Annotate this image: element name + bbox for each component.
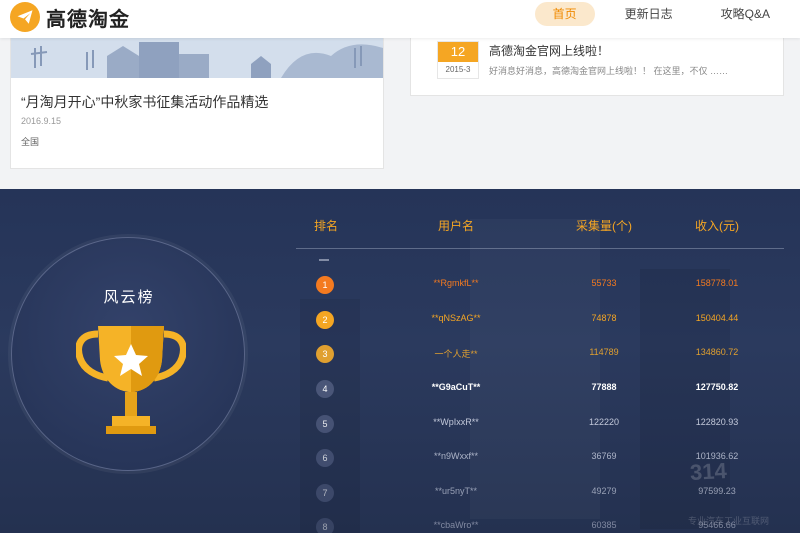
leaderboard-header: 排名 用户名 采集量(个) 收入(元) [296,211,784,249]
activity-region: 全国 [21,137,40,147]
news-day: 12 [438,42,478,62]
news-title[interactable]: 高德淘金官网上线啦！ [489,42,609,59]
header-rank: 排名 [313,219,339,233]
rank-income: 158778.01 [695,278,739,288]
rank-badge: 4 [316,380,334,398]
rank-badge: 7 [316,484,334,502]
news-excerpt: 好消息好消息，高德淘金官网上线啦！！ 在这里，不仅 …… [489,66,729,76]
activity-card[interactable]: “月淘月开心”中秋家书征集活动作品精选 2016.9.15 全国 [10,38,384,169]
rank-count: 55733 [591,278,617,288]
activity-date: 2016.9.15 [21,116,62,126]
leaderboard-row: 2 **qNSzAG** 74878 150404.44 [296,303,784,337]
rank-username: **n9Wxxf** [433,451,479,461]
header-user: 用户名 [437,219,475,233]
rank-badge: 8 [316,518,334,533]
rank-badge: 1 [316,276,334,294]
news-date-box: 12 2015-3 [437,41,479,79]
rank-count: 60385 [591,520,617,530]
leaderboard-row: 4 **G9aCuT** 77888 127750.82 [296,372,784,406]
rank-income: 134860.72 [695,347,739,357]
main-nav: 首页 更新日志 攻略Q&A [534,2,800,26]
rank-count: 77888 [591,382,617,392]
rank-username: **G9aCuT** [431,382,481,392]
rank-income: 127750.82 [695,382,739,392]
rank-count: 114789 [589,347,619,357]
nav-changelog[interactable]: 更新日志 [607,2,691,26]
activity-title[interactable]: “月淘月开心”中秋家书征集活动作品精选 [21,92,268,112]
nav-home[interactable]: 首页 [534,2,595,26]
logo-text: 高德淘金 [46,8,130,31]
rank-count: 122220 [588,417,620,427]
watermark-caption: 专业汽车工业互联网 [688,516,770,526]
news-card[interactable]: 12 2015-3 高德淘金官网上线啦！ 好消息好消息，高德淘金官网上线啦！！ … [410,38,784,96]
news-month: 2015-3 [445,65,471,74]
header-income: 收入(元) [695,219,739,233]
rank-username: **ur5nyT** [434,486,478,496]
rank-username: 一个人走** [434,349,478,359]
rank-badge: 2 [316,311,334,329]
logo[interactable]: 高德淘金 [10,2,130,32]
leaderboard-row: 5 **WpIxxR** 122220 122820.93 [296,407,784,441]
rank-badge: 3 [316,345,334,363]
rank-income: 122820.93 [695,417,739,427]
rank-username: **cbaWro** [433,520,479,530]
leaderboard-section: 风云榜 排名 用户名 采集量(个) 收入(元) 1 **RgmkfL** 55733… [0,189,800,533]
leaderboard-row: 3 一个人走** 114789 134860.72 [296,337,784,371]
top-header: 高德淘金 首页 更新日志 攻略Q&A [0,0,800,38]
rank-badge: 6 [316,449,334,467]
rank-username: **WpIxxR** [433,417,479,427]
header-count: 采集量(个) [576,219,632,233]
rank-income: 150404.44 [695,313,739,323]
rank-income: 97599.23 [698,486,736,496]
paper-plane-icon [10,2,40,32]
divider [319,259,329,261]
rank-count: 49279 [591,486,617,496]
rank-count: 74878 [591,313,617,323]
leaderboard-title: 风云榜 [103,289,155,306]
rank-username: **RgmkfL** [433,278,479,288]
rank-count: 36769 [591,451,617,461]
rank-username: **qNSzAG** [431,313,481,323]
nav-guide-qa[interactable]: 攻略Q&A [703,2,788,26]
trophy-icon [75,320,187,445]
activity-banner-image [11,38,383,78]
rank-badge: 5 [316,415,334,433]
leaderboard-emblem: 风云榜 [11,237,245,471]
watermark-logo: 314 [689,458,728,485]
leaderboard-row: 1 **RgmkfL** 55733 158778.01 [296,268,784,302]
